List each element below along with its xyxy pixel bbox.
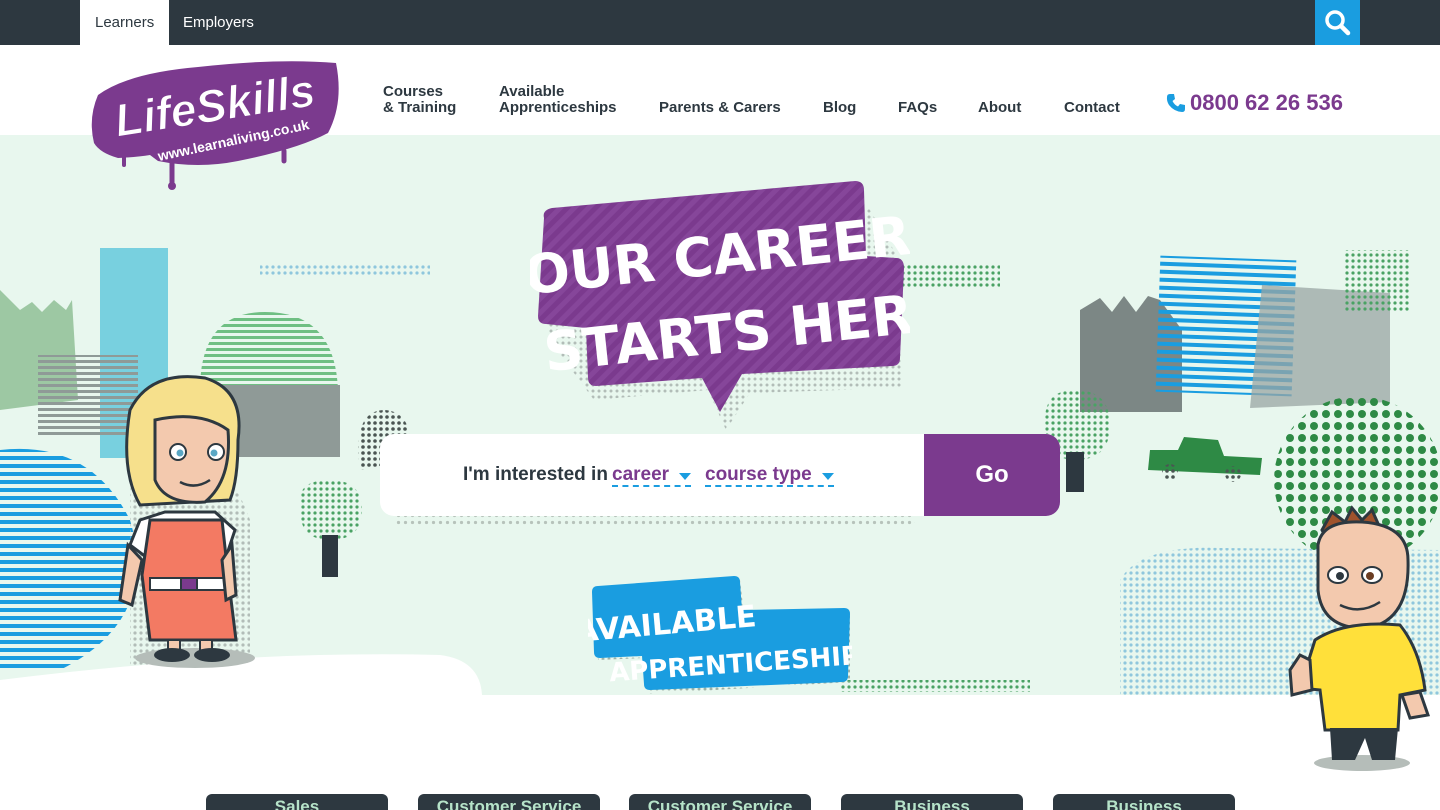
nav-parents-carers[interactable]: Parents & Carers [659, 100, 781, 116]
phone-number: 0800 62 26 536 [1190, 90, 1343, 115]
nav-apprenticeships-line2: Apprenticeships [499, 99, 617, 116]
top-utility-bar: Learners Employers [0, 0, 1440, 45]
category-tab-business[interactable]: Business [841, 794, 1023, 810]
career-dropdown-label: career [612, 464, 670, 485]
category-tab-customer-service-2[interactable]: Customer Service [629, 794, 811, 810]
nav-courses-training[interactable]: Courses & Training [383, 84, 456, 116]
go-button[interactable]: Go [924, 434, 1060, 516]
caret-down-icon [821, 473, 834, 480]
nav-faqs[interactable]: FAQs [898, 100, 937, 116]
lifeskills-logo[interactable]: LifeSkills www.learnaliving.co.uk [88, 53, 344, 193]
caret-down-icon [679, 473, 692, 480]
available-apprenticeships-badge[interactable]: AVAILABLE APPRENTICESHIPS [588, 572, 852, 698]
course-type-dropdown-label: course type [705, 464, 812, 485]
category-tab-customer-service[interactable]: Customer Service [418, 794, 600, 810]
nav-courses-line1: Courses [383, 83, 444, 100]
nav-available-apprenticeships[interactable]: Available Apprenticeships [499, 84, 617, 116]
search-icon [1325, 10, 1351, 36]
nav-blog[interactable]: Blog [823, 100, 856, 116]
phone-icon [1166, 94, 1185, 112]
nav-apprenticeships-line1: Available [499, 83, 565, 100]
category-tab-business-2[interactable]: Business [1053, 794, 1235, 810]
search-prefix-label: I'm interested in [463, 464, 608, 485]
category-tab-sales[interactable]: Sales [206, 794, 388, 810]
tab-learners[interactable]: Learners [80, 0, 170, 45]
nav-about[interactable]: About [978, 100, 1021, 116]
search-button[interactable] [1315, 0, 1360, 45]
course-type-dropdown[interactable]: course type [705, 465, 834, 487]
career-dropdown[interactable]: career [612, 464, 692, 487]
nav-courses-line2: & Training [383, 99, 457, 116]
nav-contact[interactable]: Contact [1064, 100, 1120, 116]
tab-employers[interactable]: Employers [168, 0, 269, 45]
phone-link[interactable]: 0800 62 26 536 [1166, 90, 1343, 116]
headline-badge: YOUR CAREER STARTS HERE [530, 181, 910, 430]
